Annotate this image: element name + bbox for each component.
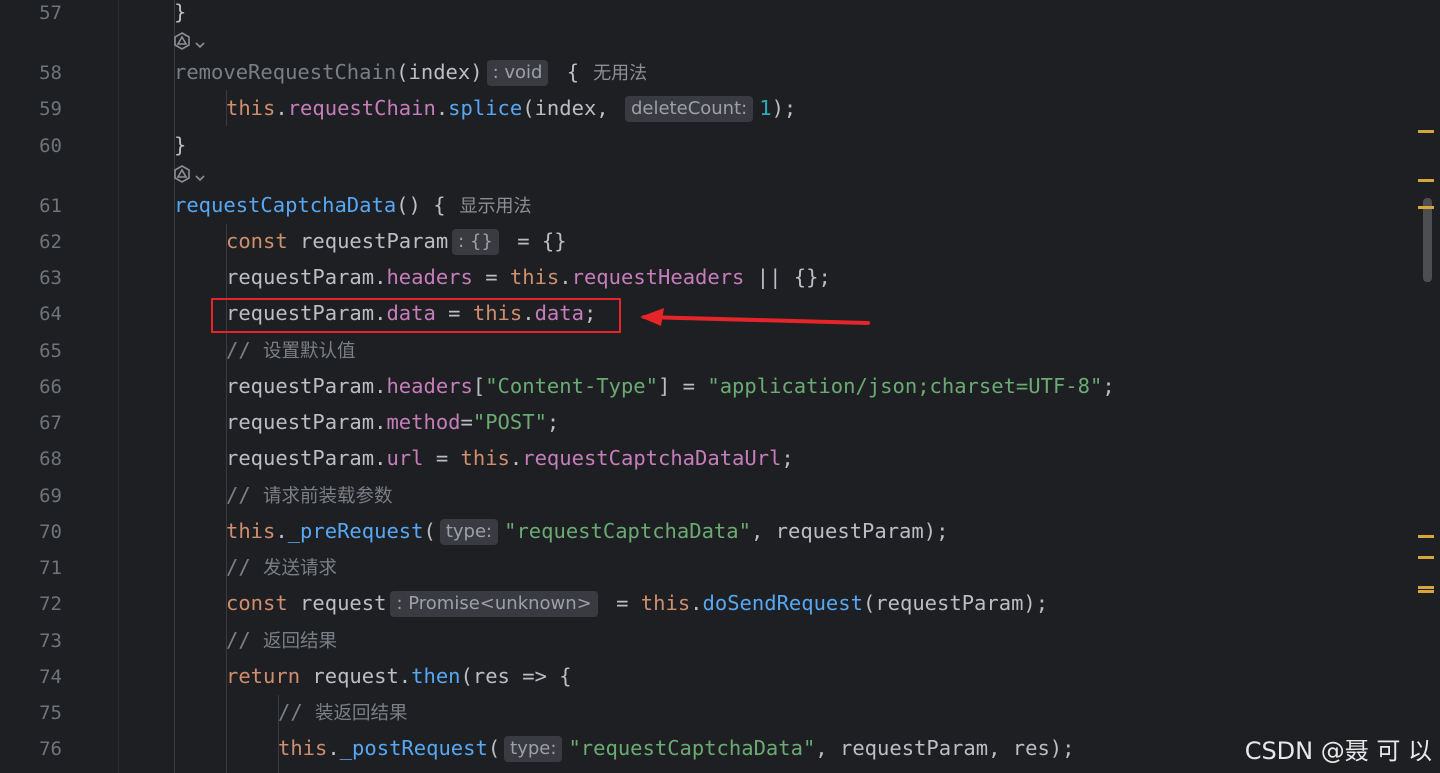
line-number: 74 [39,666,62,688]
line-number: 57 [39,2,62,24]
error-stripe-marker[interactable] [1418,535,1434,538]
line-number: 60 [39,135,62,157]
scrollbar-thumb[interactable] [1423,198,1432,282]
line-number-gutter: 57 58 59 60 61 62 63 64 65 66 67 68 69 7… [0,0,118,773]
line-number: 59 [39,98,62,120]
code-line-58: removeRequestChain(index): void {无用法 [174,60,648,86]
ai-assistant-icon[interactable] [172,164,208,186]
error-stripe-marker[interactable] [1418,130,1434,133]
code-line-66: requestParam.headers["Content-Type"] = "… [226,374,1115,398]
chevron-down-icon [195,42,205,49]
code-line-67: requestParam.method="POST"; [226,410,560,434]
code-line-65: // 设置默认值 [226,338,356,362]
line-number: 63 [39,267,62,289]
error-stripe-marker[interactable] [1418,556,1434,559]
ai-assistant-icon[interactable] [172,31,208,53]
code-line-63: requestParam.headers = this.requestHeade… [226,265,831,289]
inlay-hint: : Promise<unknown> [390,591,598,617]
code-line-72: const request: Promise<unknown> = this.d… [226,591,1049,617]
line-number: 62 [39,231,62,253]
chevron-down-icon [195,175,205,182]
code-line-60: } [174,133,187,157]
code-line-75: // 装返回结果 [278,700,408,724]
line-number: 69 [39,485,62,507]
code-line-68: requestParam.url = this.requestCaptchaDa… [226,446,794,470]
line-number: 68 [39,448,62,470]
inlay-hint: deleteCount: [624,96,754,122]
inlay-hint: type: [439,519,499,545]
code-line-74: return request.then(res => { [226,664,572,688]
usage-hint[interactable]: 显示用法 [460,196,532,217]
watermark: CSDN @聂 可 以 [1244,737,1432,765]
line-number: 70 [39,521,62,543]
code-line-76: this._postRequest(type: "requestCaptchaDa… [278,736,1075,762]
highlight-box [211,298,621,333]
ai-assistant-icon-svg [174,165,190,183]
error-stripe-marker[interactable] [1418,179,1434,182]
line-number: 71 [39,557,62,579]
ai-assistant-icon-svg [174,32,190,50]
line-number: 72 [39,593,62,615]
line-number: 65 [39,340,62,362]
vertical-scrollbar[interactable] [1421,0,1440,773]
code-line-70: this._preRequest(type: "requestCaptchaDat… [226,519,949,545]
line-number: 76 [39,738,62,760]
error-stripe-marker[interactable] [1418,586,1434,589]
inlay-hint: : {} [452,229,499,255]
inlay-hint: : void [486,60,549,86]
code-line-61: requestCaptchaData() {显示用法 [174,193,532,217]
code-line-59: this.requestChain.splice(index, deleteCo… [226,96,797,122]
inlay-hint: type: [504,736,563,762]
error-stripe-marker[interactable] [1418,206,1434,209]
error-stripe-marker[interactable] [1418,590,1434,593]
line-number: 64 [39,303,62,325]
indent-guide [174,0,175,773]
red-arrow-icon [640,308,870,326]
code-line-69: // 请求前装载参数 [226,483,393,507]
code-line-62: const requestParam: {} = {} [226,229,567,255]
line-number: 67 [39,412,62,434]
code-line-73: // 返回结果 [226,628,338,652]
line-number: 61 [39,195,62,217]
usage-hint[interactable]: 无用法 [593,63,647,84]
code-line-57: } [174,0,187,24]
line-number: 73 [39,630,62,652]
line-number: 58 [39,62,62,84]
code-line-71: // 发送请求 [226,555,338,579]
line-number: 75 [39,702,62,724]
line-number: 66 [39,376,62,398]
